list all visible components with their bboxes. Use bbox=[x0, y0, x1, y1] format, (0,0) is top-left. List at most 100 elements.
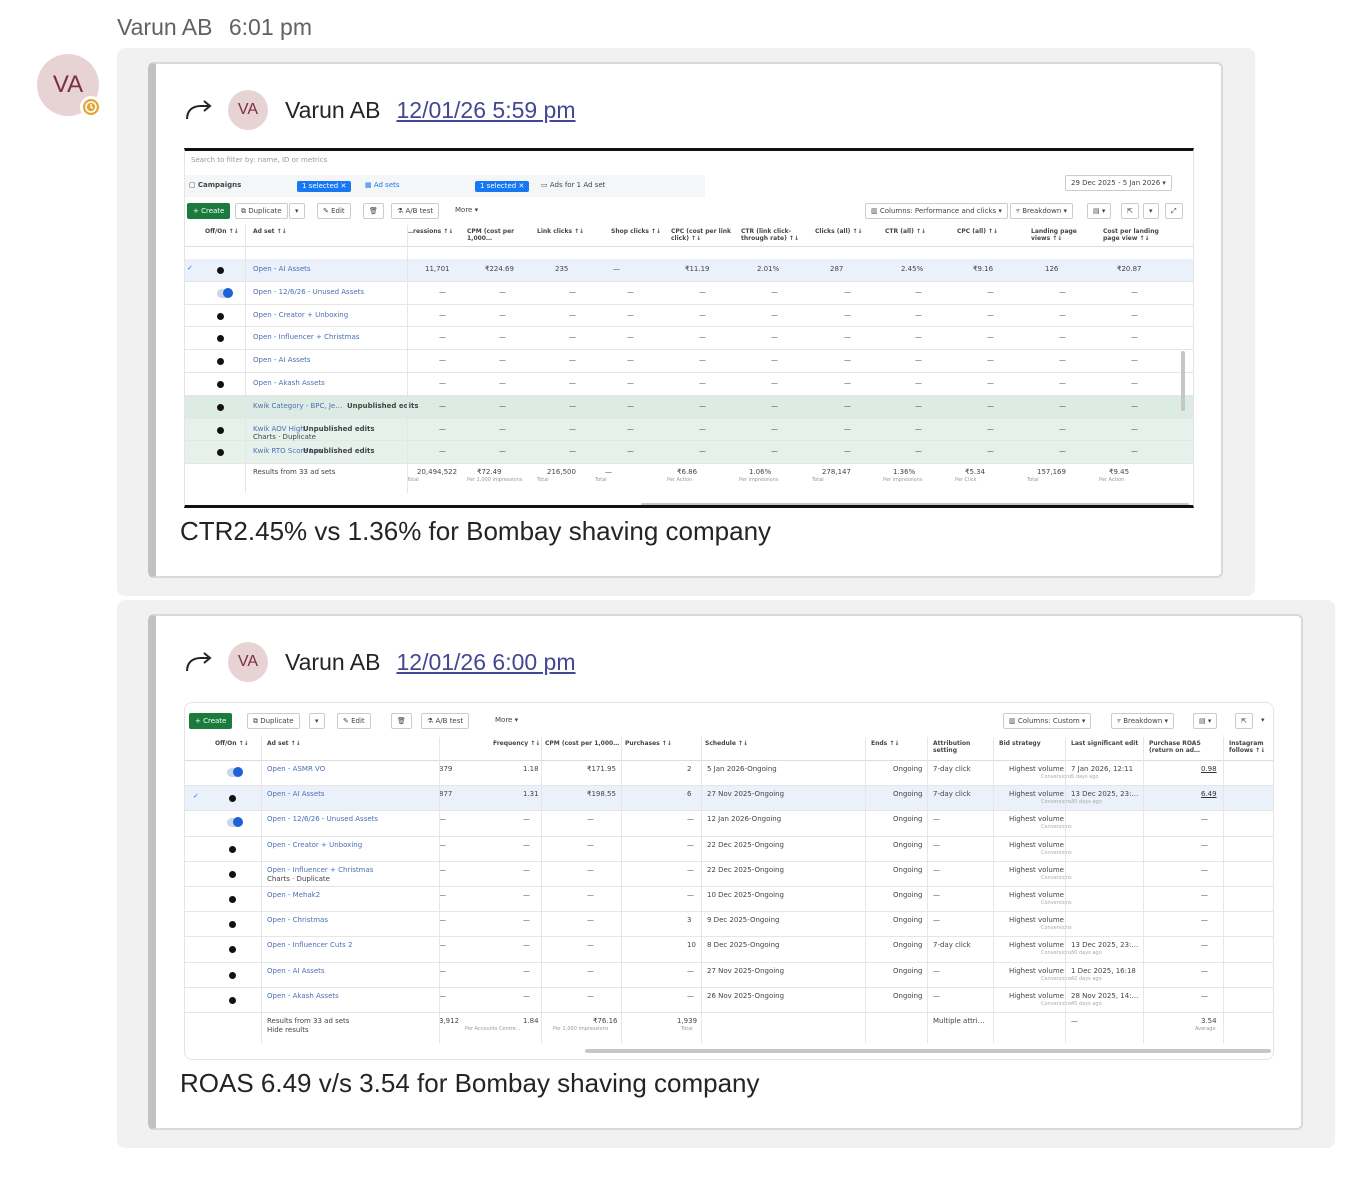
metric-value: — bbox=[915, 333, 922, 342]
forward-header: VA Varun AB 12/01/26 6:00 pm bbox=[184, 640, 576, 684]
column-header: Ends ↑↓ bbox=[871, 740, 900, 747]
cpm-value: — bbox=[587, 891, 594, 899]
table-row: Kwik Category - BPC, Je… Unpublished edit… bbox=[185, 395, 1193, 419]
forward-timestamp-link[interactable]: 12/01/26 6:00 pm bbox=[396, 649, 575, 676]
metric-value: — bbox=[844, 356, 851, 365]
impressions-value: — bbox=[439, 941, 446, 950]
total-attribution: Multiple attri… bbox=[933, 1017, 985, 1025]
metric-value: 287 bbox=[830, 265, 844, 273]
impressions-value: 877 bbox=[439, 790, 453, 799]
bid-strategy-sub: Conversions bbox=[1041, 1000, 1072, 1007]
column-header: Schedule ↑↓ bbox=[705, 740, 749, 747]
column-header: Cost per landing page view ↑↓ bbox=[1103, 228, 1159, 242]
metric-value: — bbox=[439, 424, 446, 433]
columns-button: ▥ Columns: Custom ▾ bbox=[1003, 713, 1092, 729]
forward-avatar[interactable]: VA bbox=[228, 90, 268, 130]
metric-value: — bbox=[987, 401, 994, 410]
attribution-value: — bbox=[933, 815, 940, 824]
metric-value: — bbox=[1059, 333, 1066, 342]
adset-name: Open - Influencer Cuts 2 bbox=[267, 941, 353, 950]
metric-value: — bbox=[699, 379, 706, 387]
metric-value: — bbox=[915, 356, 922, 365]
metric-value: — bbox=[569, 401, 576, 410]
column-header: Clicks (all) ↑↓ bbox=[815, 228, 863, 235]
frequency-value: — bbox=[523, 941, 530, 950]
tab-bar bbox=[185, 175, 705, 197]
adset-name: Open - Influencer + Christmas bbox=[267, 865, 374, 874]
bid-strategy-value: Highest volume bbox=[1009, 790, 1064, 799]
bid-strategy-sub: Conversions bbox=[1041, 799, 1072, 806]
forward-sender: Varun AB bbox=[285, 648, 381, 675]
cpm-value: — bbox=[587, 865, 594, 874]
purchases-value: — bbox=[687, 865, 694, 874]
bid-strategy-value: Highest volume bbox=[1009, 916, 1064, 925]
table-row: Open - AI Assets — — — — 27 Nov 2025-Ongoing O… bbox=[185, 963, 1273, 988]
total-subtext: Per impressions bbox=[883, 477, 923, 484]
metric-value: — bbox=[613, 265, 620, 273]
status-dot-icon bbox=[217, 449, 224, 457]
ends-value: Ongoing bbox=[893, 865, 923, 874]
metric-value: — bbox=[915, 287, 922, 296]
toggle-on-icon bbox=[227, 817, 243, 828]
adset-name: Open - Christmas bbox=[267, 916, 328, 925]
metric-value: — bbox=[844, 401, 851, 410]
status-dot-icon bbox=[217, 426, 224, 434]
adset-name: Open - Creator + Unboxing bbox=[267, 840, 363, 849]
ads-manager-screenshot[interactable]: + Create ⧉ Duplicate ▾ ✎ Edit 🗑 ⚗ A/B te… bbox=[184, 702, 1274, 1060]
status-dot-icon bbox=[229, 946, 236, 954]
cpm-value: — bbox=[587, 941, 594, 950]
schedule-value: 27 Nov 2025-Ongoing bbox=[707, 966, 785, 975]
tab-ads: ▭ Ads for 1 Ad set bbox=[541, 181, 606, 189]
attribution-value: — bbox=[933, 916, 940, 925]
metric-value: — bbox=[987, 333, 994, 342]
total-subtext: Per Action bbox=[667, 477, 693, 484]
adset-name: Kwik AOV High bbox=[253, 424, 305, 433]
last-edit-sub: 30 days ago bbox=[1071, 950, 1102, 957]
frequency-value: — bbox=[523, 916, 530, 925]
forward-avatar[interactable]: VA bbox=[228, 642, 268, 682]
metric-value: ₹11.19 bbox=[685, 265, 710, 273]
metric-value: — bbox=[627, 424, 634, 433]
metric-value: — bbox=[771, 356, 778, 365]
metric-value: — bbox=[1059, 447, 1066, 456]
adset-name: Open - Influencer + Christmas bbox=[253, 333, 360, 342]
total-subtext: Per Action bbox=[1099, 477, 1125, 484]
cpm-value: — bbox=[587, 840, 594, 849]
total-value: ₹9.45 bbox=[1109, 468, 1130, 477]
metric-value: — bbox=[771, 424, 778, 433]
metric-value: ₹20.87 bbox=[1117, 265, 1142, 273]
roas-value: 0.98 bbox=[1201, 765, 1217, 773]
impressions-value: — bbox=[439, 815, 446, 824]
sender-name: Varun AB bbox=[117, 14, 213, 40]
totals-label: Results from 33 ad sets bbox=[253, 468, 336, 477]
total-subtext: Total bbox=[407, 477, 419, 484]
total-subtext: Per impressions bbox=[739, 477, 779, 484]
cpm-value: — bbox=[587, 916, 594, 925]
impressions-value: 379 bbox=[439, 765, 453, 773]
status-dot-icon bbox=[229, 845, 236, 853]
metric-value: — bbox=[439, 447, 446, 456]
metric-value: — bbox=[569, 287, 576, 296]
column-header: CPM (cost per 1,000… bbox=[467, 228, 515, 242]
breakdown-button: ⫧ Breakdown ▾ bbox=[1010, 203, 1074, 219]
purchases-value: 3 bbox=[687, 916, 692, 925]
bid-strategy-sub: Conversions bbox=[1041, 925, 1072, 932]
table-row: Open - Christmas — — — 3 9 Dec 2025-Ongoing On… bbox=[185, 912, 1273, 938]
metric-value: — bbox=[1131, 333, 1138, 342]
purchases-value: 6 bbox=[687, 790, 692, 799]
horizontal-scrollbar bbox=[641, 503, 1189, 505]
metric-value: — bbox=[1059, 401, 1066, 410]
column-divider bbox=[865, 737, 866, 1043]
ads-manager-screenshot[interactable]: Search to filter by: name, ID or metrics… bbox=[184, 148, 1194, 508]
bid-strategy-value: Highest volume bbox=[1009, 765, 1064, 773]
vertical-scrollbar bbox=[1181, 351, 1185, 411]
schedule-value: 9 Dec 2025-Ongoing bbox=[707, 916, 780, 925]
column-header: Frequency ↑↓ bbox=[493, 740, 541, 747]
column-divider bbox=[439, 737, 440, 1043]
metric-value: — bbox=[627, 379, 634, 387]
forward-timestamp-link[interactable]: 12/01/26 5:59 pm bbox=[396, 97, 575, 124]
table-row: Open - AI Assets — — — — — — — — — — — bbox=[185, 350, 1193, 373]
frequency-value: 1.31 bbox=[523, 790, 539, 799]
frequency-value: — bbox=[523, 891, 530, 899]
search-field: Search to filter by: name, ID or metrics bbox=[191, 156, 328, 164]
